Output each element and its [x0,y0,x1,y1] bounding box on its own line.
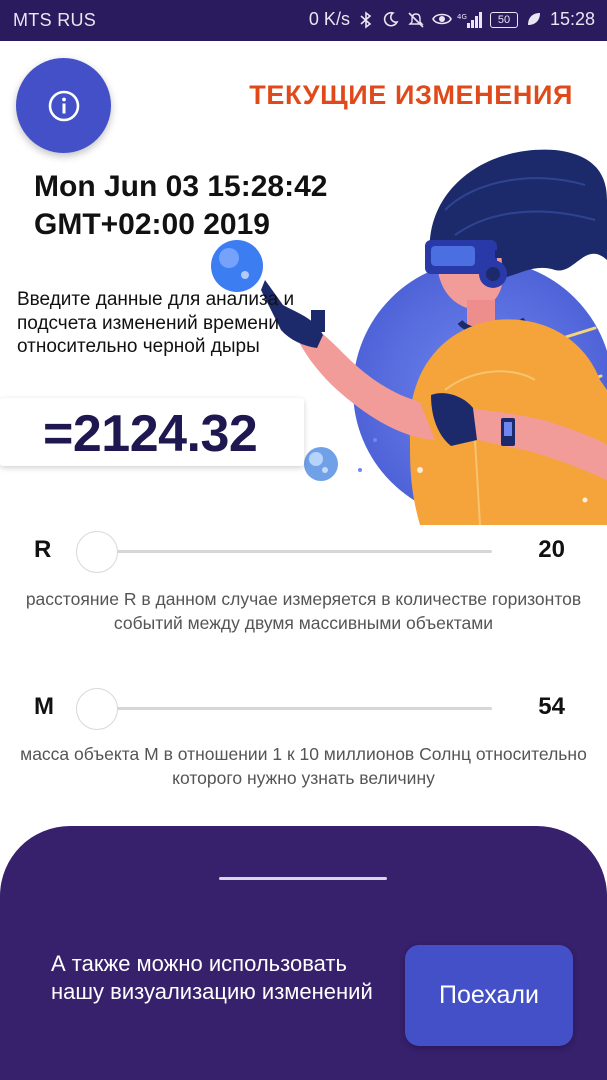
sheet-drag-handle[interactable] [219,877,387,880]
moon-icon [382,11,400,29]
leaf-icon [525,11,543,29]
slider-r-label: R [34,536,52,563]
mute-icon [407,11,425,29]
slider-m-value: 54 [538,693,565,720]
result-value: =2124.32 [43,405,258,463]
slider-r: R 20 [0,526,607,576]
network-speed: 0 K/s [308,9,350,29]
info-icon [48,90,79,121]
slider-m-track[interactable] [97,707,492,710]
slider-r-track[interactable] [97,550,492,553]
status-bar: MTS RUS 0 K/s 4G 50 15:28 [0,0,607,41]
battery-icon: 50 [489,11,518,28]
input-prompt: Введите данные для анализа и подсчета из… [17,289,295,357]
svg-text:4G: 4G [457,13,467,21]
signal-4g-icon: 4G [457,11,483,29]
page-title: ТЕКУЩИЕ ИЗМЕНЕНИЯ [249,80,573,110]
go-button[interactable]: Поехали [405,945,573,1046]
info-button[interactable] [16,58,111,153]
result-card: =2124.32 [0,398,304,466]
status-time: 15:28 [549,9,595,29]
visualization-promo-text: А также можно использовать нашу визуализ… [51,951,373,1004]
slider-m-description: масса объекта М в отношении 1 к 10 милли… [20,744,587,788]
slider-r-description: расстояние R в данном случае измеряется … [25,589,582,633]
status-icons: 0 K/s 4G 50 15:28 [309,9,595,30]
slider-m-label: M [34,693,54,720]
slider-r-value: 20 [538,536,565,563]
small-orb [304,447,338,481]
eye-icon [432,11,452,29]
bottom-sheet: А также можно использовать нашу визуализ… [0,826,607,1080]
slider-m-thumb[interactable] [76,688,118,730]
carrier-name: MTS RUS [13,10,97,30]
bluetooth-icon [357,10,375,29]
go-button-label: Поехали [439,981,539,1009]
battery-level: 50 [497,13,511,26]
slider-m: M 54 [0,683,607,733]
current-datetime: Mon Jun 03 15:28:42 GMT+02:00 2019 [34,170,328,241]
slider-r-thumb[interactable] [76,531,118,573]
